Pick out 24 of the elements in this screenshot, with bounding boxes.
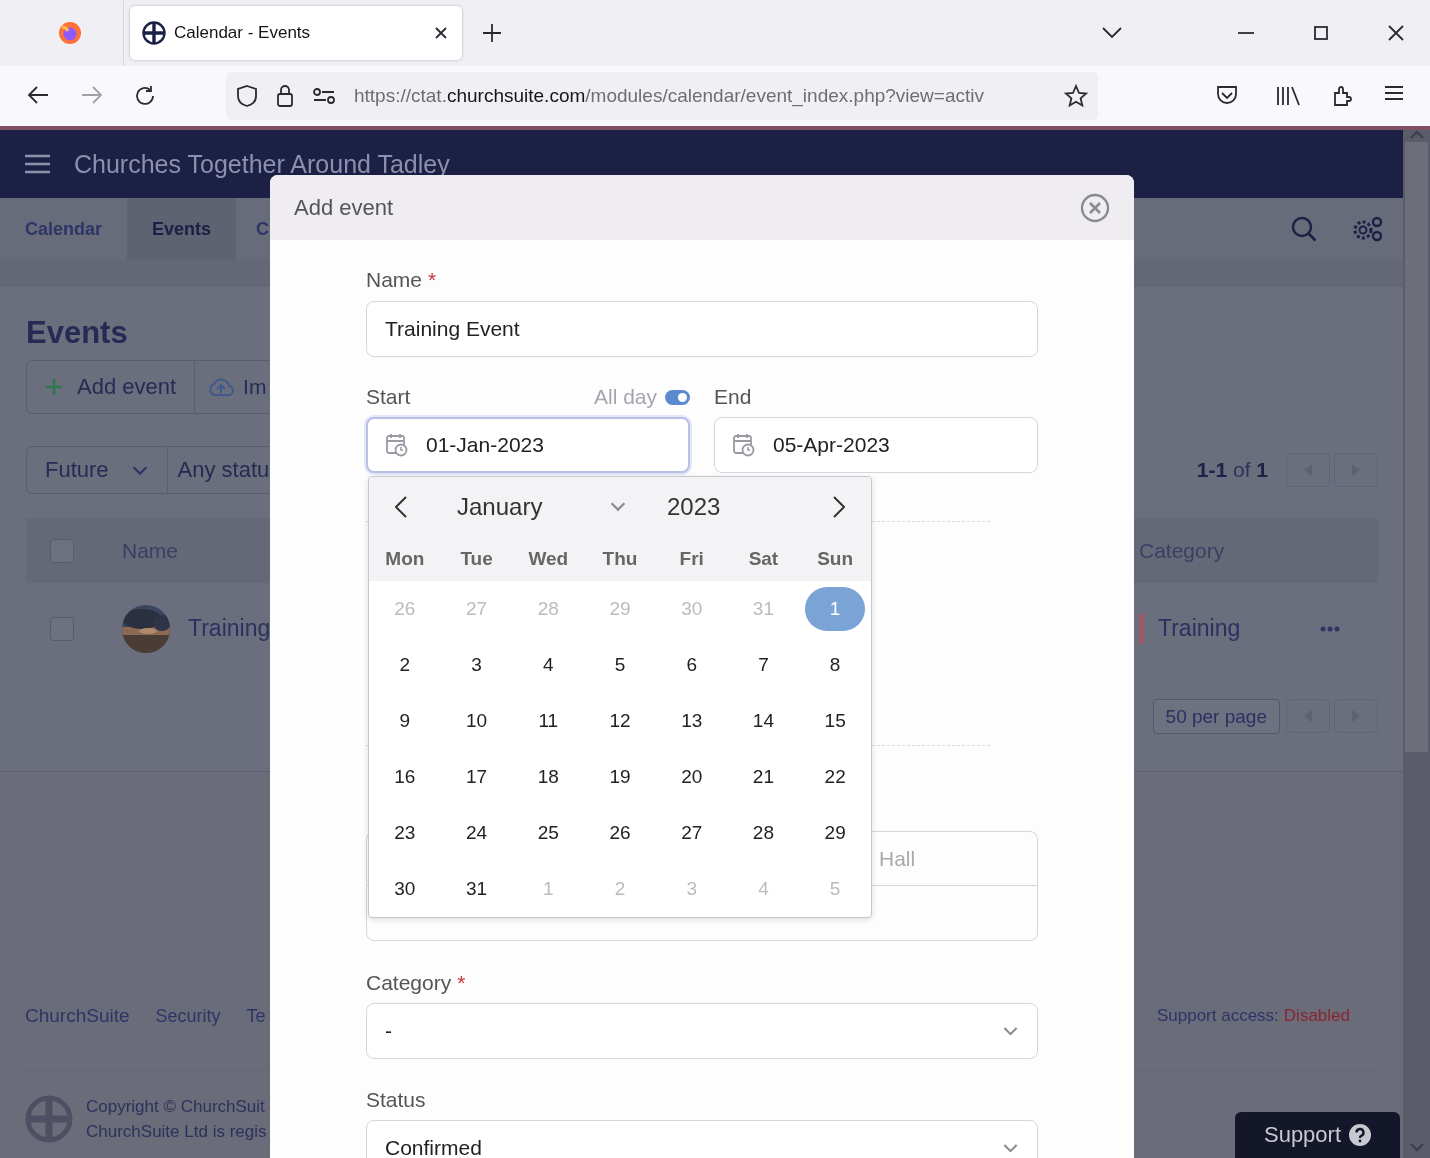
weekday-label: Mon (384, 547, 426, 570)
category-label: Training (1158, 615, 1241, 642)
field-label: Category (366, 970, 452, 996)
support-access-status: Disabled (1283, 1006, 1350, 1026)
required-mark: * (428, 267, 437, 293)
all-day-label: All day (593, 385, 657, 409)
weekday-label: Tue (459, 547, 494, 570)
required-mark: * (457, 970, 466, 996)
weekday-label: Sat (747, 547, 780, 570)
page-heading: Events (26, 314, 128, 352)
app-title: Churches Together Around Tadley (74, 149, 450, 179)
copyright-text: ChurchSuite Ltd is regis (86, 1121, 267, 1142)
weekday-label: Thu (601, 547, 639, 570)
field-label: Start (366, 384, 411, 410)
field-label: End (714, 384, 752, 410)
result-count: 1-1 of 1 (1196, 458, 1268, 482)
modal-title: Add event (294, 194, 394, 221)
field-label: Name (366, 267, 423, 293)
field-label: Status (366, 1087, 426, 1113)
copyright-text: Copyright © ChurchSuit (86, 1096, 266, 1117)
weekday-label: Sun (816, 547, 855, 570)
weekday-label: Fri (678, 547, 705, 570)
support-access-label: Support access: (1156, 1006, 1279, 1026)
weekday-label: Wed (527, 547, 570, 570)
